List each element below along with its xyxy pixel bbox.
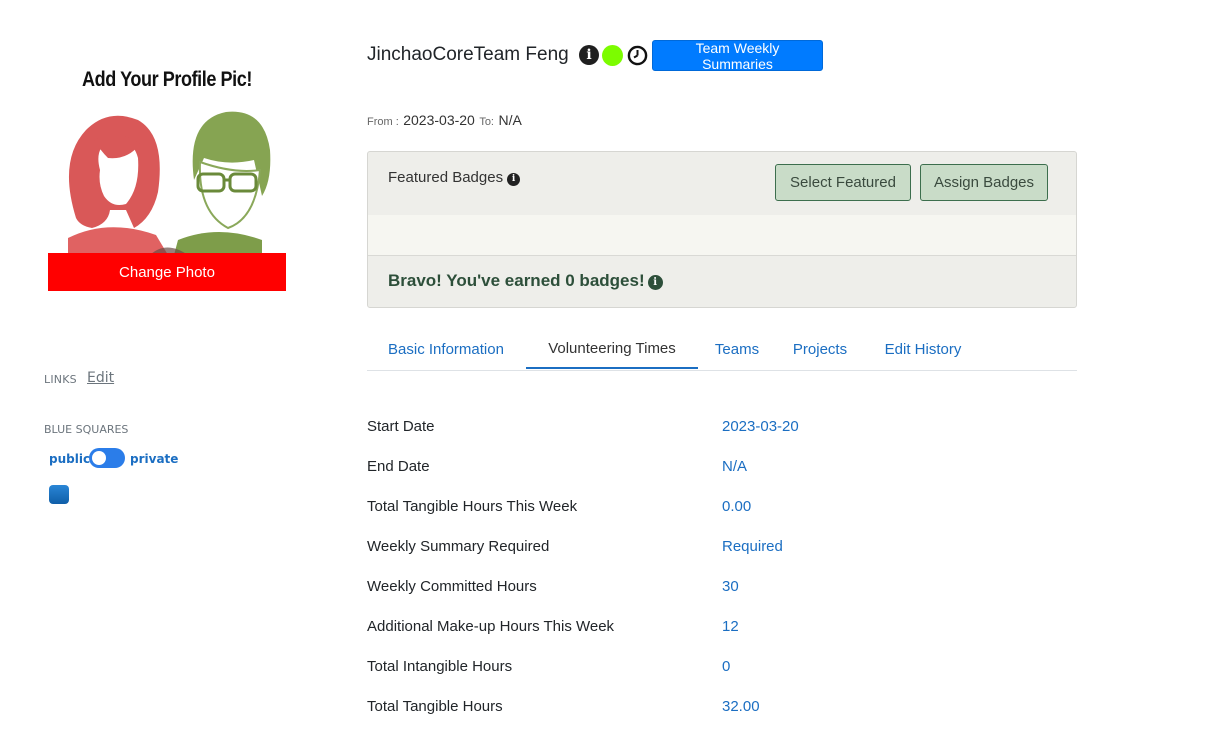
tab-projects[interactable]: Projects [778,330,862,369]
toggle-knob [92,451,106,465]
featured-badges-area [368,215,1076,256]
status-indicator [602,45,623,66]
info-icon[interactable]: i [647,275,663,290]
makeup-hours-value[interactable]: 12 [722,618,739,635]
to-date: N/A [498,112,522,128]
badges-earned-text: Bravo! You've earned 0 badges! [388,271,645,290]
profile-tabs: Basic Information Volunteering Times Tea… [367,330,1077,371]
change-photo-button[interactable]: Change Photo [48,253,286,291]
links-edit-link[interactable]: Edit [87,370,114,386]
intangible-hours-label: Total Intangible Hours [367,658,513,675]
weekly-committed-hours-label: Weekly Committed Hours [367,578,537,595]
start-date-value[interactable]: 2023-03-20 [722,418,799,435]
assign-badges-button[interactable]: Assign Badges [920,164,1048,201]
featured-badges-label: Featured Badges [388,169,504,186]
visibility-toggle[interactable] [89,448,125,468]
links-label: LINKS [44,373,77,386]
from-date: 2023-03-20 [403,112,475,128]
total-tangible-hours-value: 32.00 [722,698,760,715]
team-weekly-summaries-button[interactable]: Team Weekly Summaries [652,40,823,72]
blue-squares-label: BLUE SQUARES [44,423,129,436]
profile-pic-placeholder-title: Add Your Profile Pic! [82,68,252,91]
from-label: From : [367,116,399,128]
makeup-hours-label: Additional Make-up Hours This Week [367,618,615,635]
to-label: To: [479,116,494,128]
clock-icon[interactable] [627,45,648,66]
start-date-label: Start Date [367,418,435,435]
weekly-committed-hours-value[interactable]: 30 [722,578,739,595]
featured-badges-title: Featured Badges i [388,169,521,186]
tangible-hours-week-label: Total Tangible Hours This Week [367,498,578,515]
badges-card-header: Featured Badges i Select Featured Assign … [368,152,1076,216]
featured-badges-card: Featured Badges i Select Featured Assign … [367,151,1077,308]
weekly-summary-required-label: Weekly Summary Required [367,538,550,555]
default-avatar-illustration [68,111,271,255]
visibility-public-label: public [49,452,91,466]
intangible-hours-value[interactable]: 0 [722,658,730,675]
tangible-hours-week-value: 0.00 [722,498,752,515]
tab-teams[interactable]: Teams [702,330,772,369]
total-tangible-hours-label: Total Tangible Hours [367,698,503,715]
visibility-private-label: private [130,452,179,466]
end-date-value[interactable]: N/A [722,458,747,475]
select-featured-button[interactable]: Select Featured [775,164,911,201]
info-icon[interactable]: i [507,172,521,186]
user-name: JinchaoCoreTeam Feng [367,44,569,65]
badges-earned-message: Bravo! You've earned 0 badges! i [388,271,663,291]
tab-edit-history[interactable]: Edit History [870,330,976,369]
info-icon[interactable]: i [579,45,599,65]
tab-volunteering-times[interactable]: Volunteering Times [526,330,698,369]
tab-basic-information[interactable]: Basic Information [367,330,525,369]
end-date-label: End Date [367,458,430,475]
date-range: From : 2023-03-20 To: N/A [367,112,522,130]
add-blue-square-button[interactable] [49,485,69,504]
weekly-summary-required-value[interactable]: Required [722,538,783,555]
